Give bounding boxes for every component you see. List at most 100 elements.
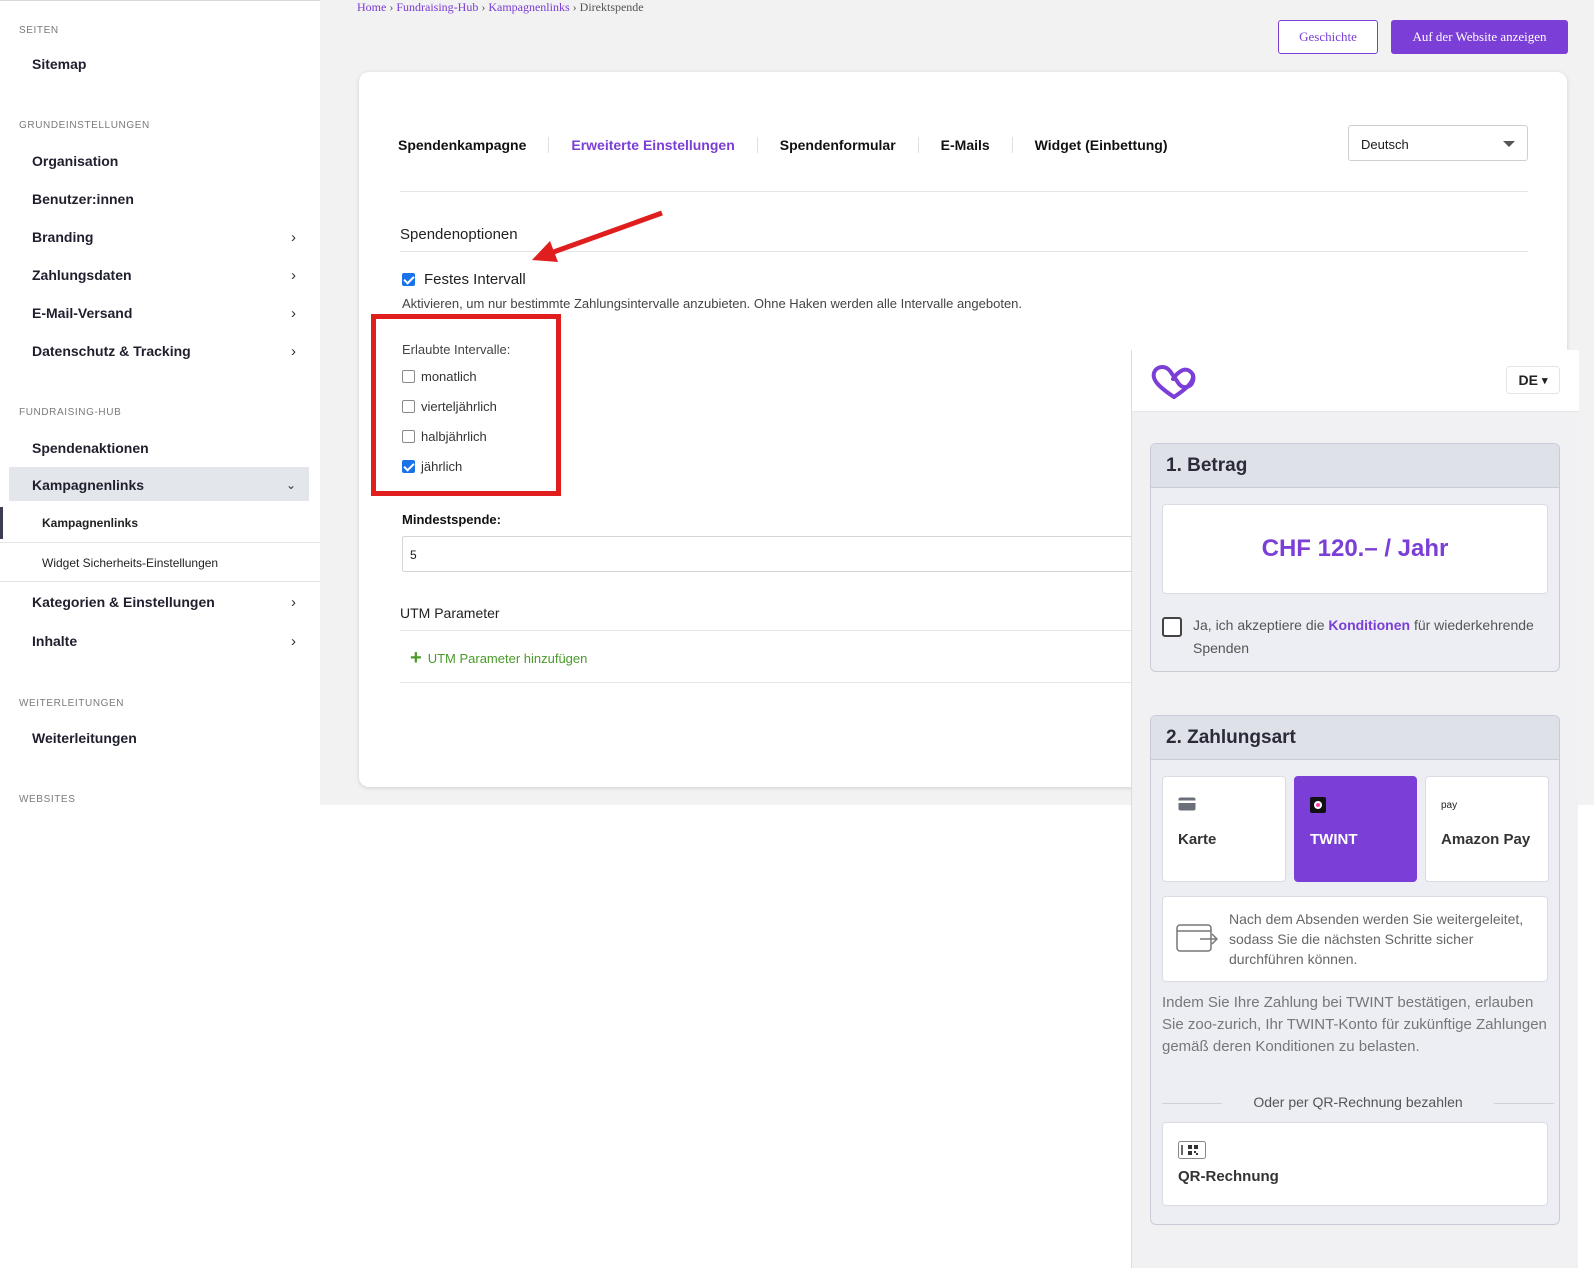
- terms-text-pre: Ja, ich akzeptiere die: [1193, 617, 1329, 633]
- donation-widget-preview: DE ▾ 1. Betrag CHF 120.– / Jahr Ja, ich …: [1131, 350, 1579, 1268]
- sidebar-item-label: E-Mail-Versand: [32, 305, 133, 321]
- breadcrumb-current: Direktspende: [579, 0, 644, 14]
- or-divider: Oder per QR-Rechnung bezahlen: [1162, 1094, 1554, 1114]
- add-utm-parameter-link[interactable]: + UTM Parameter hinzufügen: [410, 648, 588, 668]
- payment-option-label: TWINT: [1310, 831, 1358, 848]
- payment-option-label: Karte: [1178, 831, 1217, 848]
- min-donation-label: Mindestspende:: [402, 512, 501, 527]
- sidebar-item-organisation[interactable]: Organisation: [32, 153, 302, 169]
- breadcrumb-home[interactable]: Home: [357, 0, 386, 14]
- divider: [0, 581, 320, 582]
- tab-campaign[interactable]: Spendenkampagne: [398, 137, 550, 153]
- tab-advanced-settings[interactable]: Erweiterte Einstellungen: [549, 137, 758, 153]
- redirect-info-box: Nach dem Absenden werden Sie weitergelei…: [1162, 896, 1548, 982]
- payment-option-amazon-pay[interactable]: pay Amazon Pay: [1425, 776, 1549, 882]
- chevron-right-icon: ›: [291, 343, 296, 360]
- sidebar-item-contents[interactable]: Inhalte ›: [32, 633, 302, 650]
- section-title-donation-options: Spendenoptionen: [400, 226, 518, 243]
- amount-panel-title: 1. Betrag: [1151, 444, 1559, 488]
- breadcrumb-separator: ›: [572, 0, 577, 14]
- terms-checkbox[interactable]: [1162, 617, 1182, 637]
- sidebar-item-categories[interactable]: Kategorien & Einstellungen ›: [32, 594, 302, 611]
- tabs-divider: [400, 191, 1528, 192]
- caret-down-icon: [1503, 141, 1515, 147]
- fixed-interval-label: Festes Intervall: [424, 271, 526, 288]
- chevron-right-icon: ›: [291, 594, 296, 611]
- payment-option-qr-bill[interactable]: QR-Rechnung: [1162, 1122, 1548, 1206]
- qr-code-icon: [1178, 1141, 1206, 1159]
- chevron-right-icon: ›: [291, 229, 296, 246]
- qr-bill-label: QR-Rechnung: [1178, 1168, 1279, 1185]
- section-fundraising-hub: FUNDRAISING-HUB: [19, 407, 122, 418]
- payment-option-label: Amazon Pay: [1441, 831, 1531, 848]
- breadcrumb-separator: ›: [481, 0, 486, 14]
- sidebar-item-campaignlinks[interactable]: Kampagnenlinks ⌄: [32, 477, 302, 493]
- breadcrumb-campaignlinks[interactable]: Kampagnenlinks: [488, 0, 569, 14]
- tab-widget-embed[interactable]: Widget (Einbettung): [1013, 137, 1190, 153]
- chevron-down-icon: ▾: [1541, 374, 1548, 387]
- breadcrumb-fundraising-hub[interactable]: Fundraising-Hub: [396, 0, 478, 14]
- section-divider: [400, 682, 1132, 683]
- sidebar-item-redirects[interactable]: Weiterleitungen: [32, 730, 302, 746]
- fixed-interval-checkbox[interactable]: [402, 273, 415, 286]
- section-title-utm: UTM Parameter: [400, 605, 500, 621]
- chevron-down-icon: ⌄: [285, 478, 296, 492]
- active-indicator: [0, 507, 3, 539]
- fixed-interval-help: Aktivieren, um nur bestimmte Zahlungsint…: [402, 296, 1023, 311]
- section-websites: WEBSITES: [19, 794, 76, 805]
- view-on-website-button[interactable]: Auf der Website anzeigen: [1391, 20, 1568, 54]
- terms-checkbox-row[interactable]: Ja, ich akzeptiere die Konditionen für w…: [1162, 614, 1552, 660]
- payment-panel: 2. Zahlungsart Karte TWINT pay Amazon Pa…: [1150, 715, 1560, 1225]
- widget-language-switch[interactable]: DE ▾: [1506, 366, 1560, 394]
- sidebar-subitem-widget-security[interactable]: Widget Sicherheits-Einstellungen: [42, 556, 218, 570]
- payment-panel-title: 2. Zahlungsart: [1151, 716, 1559, 760]
- payment-option-twint[interactable]: TWINT: [1294, 776, 1417, 882]
- divider: [0, 542, 320, 543]
- redirect-info-text: Nach dem Absenden werden Sie weitergelei…: [1229, 911, 1524, 967]
- chevron-right-icon: ›: [291, 633, 296, 650]
- sidebar-item-campaigns[interactable]: Spendenaktionen: [32, 440, 302, 456]
- twint-consent-text: Indem Sie Ihre Zahlung bei TWINT bestäti…: [1162, 994, 1547, 1055]
- sidebar-item-users[interactable]: Benutzer:innen: [32, 191, 302, 207]
- fixed-interval-checkbox-row[interactable]: Festes Intervall: [402, 271, 526, 288]
- min-donation-input[interactable]: 5: [402, 536, 1132, 572]
- sidebar-item-email[interactable]: E-Mail-Versand ›: [32, 305, 302, 322]
- sidebar-item-label: Zahlungsdaten: [32, 267, 132, 283]
- or-divider-text: Oder per QR-Rechnung bezahlen: [1253, 1094, 1463, 1110]
- amount-display: CHF 120.– / Jahr: [1162, 504, 1548, 594]
- sidebar-item-payment[interactable]: Zahlungsdaten ›: [32, 267, 302, 284]
- add-utm-label: UTM Parameter hinzufügen: [427, 651, 588, 666]
- section-redirects: WEITERLEITUNGEN: [19, 698, 125, 709]
- widget-header: DE ▾: [1132, 350, 1579, 412]
- sidebar-subitem-campaignlinks[interactable]: Kampagnenlinks: [42, 516, 138, 530]
- chevron-right-icon: ›: [291, 305, 296, 322]
- sidebar: SEITEN Sitemap GRUNDEINSTELLUNGEN Organi…: [0, 0, 320, 805]
- amount-panel: 1. Betrag CHF 120.– / Jahr Ja, ich akzep…: [1150, 443, 1560, 672]
- breadcrumb: Home › Fundraising-Hub › Kampagnenlinks …: [357, 0, 644, 15]
- redirect-window-icon: [1176, 924, 1218, 952]
- payment-option-card[interactable]: Karte: [1162, 776, 1286, 882]
- sidebar-item-privacy[interactable]: Datenschutz & Tracking ›: [32, 343, 302, 360]
- language-select-value: Deutsch: [1361, 137, 1409, 152]
- credit-card-icon: [1178, 797, 1196, 811]
- breadcrumb-separator: ›: [389, 0, 394, 14]
- section-divider: [400, 630, 1132, 631]
- twint-logo-icon: [1310, 797, 1326, 813]
- sidebar-item-label: Inhalte: [32, 633, 78, 649]
- sidebar-item-sitemap[interactable]: Sitemap: [32, 56, 302, 72]
- sidebar-item-label: Kampagnenlinks: [32, 477, 145, 493]
- history-button[interactable]: Geschichte: [1278, 20, 1378, 54]
- tab-donation-form[interactable]: Spendenformular: [758, 137, 919, 153]
- terms-link[interactable]: Konditionen: [1328, 617, 1410, 633]
- chevron-right-icon: ›: [291, 267, 296, 284]
- sidebar-item-branding[interactable]: Branding ›: [32, 229, 302, 246]
- tab-emails[interactable]: E-Mails: [919, 137, 1013, 153]
- sidebar-item-label: Kategorien & Einstellungen: [32, 594, 215, 610]
- sidebar-item-label: Datenschutz & Tracking: [32, 343, 191, 359]
- widget-language-label: DE: [1518, 372, 1538, 388]
- language-select[interactable]: Deutsch: [1348, 125, 1528, 161]
- section-pages: SEITEN: [19, 25, 59, 36]
- amazon-pay-logo-icon: pay: [1441, 800, 1458, 811]
- sidebar-item-label: Branding: [32, 229, 94, 245]
- annotation-arrow-icon: [532, 210, 663, 262]
